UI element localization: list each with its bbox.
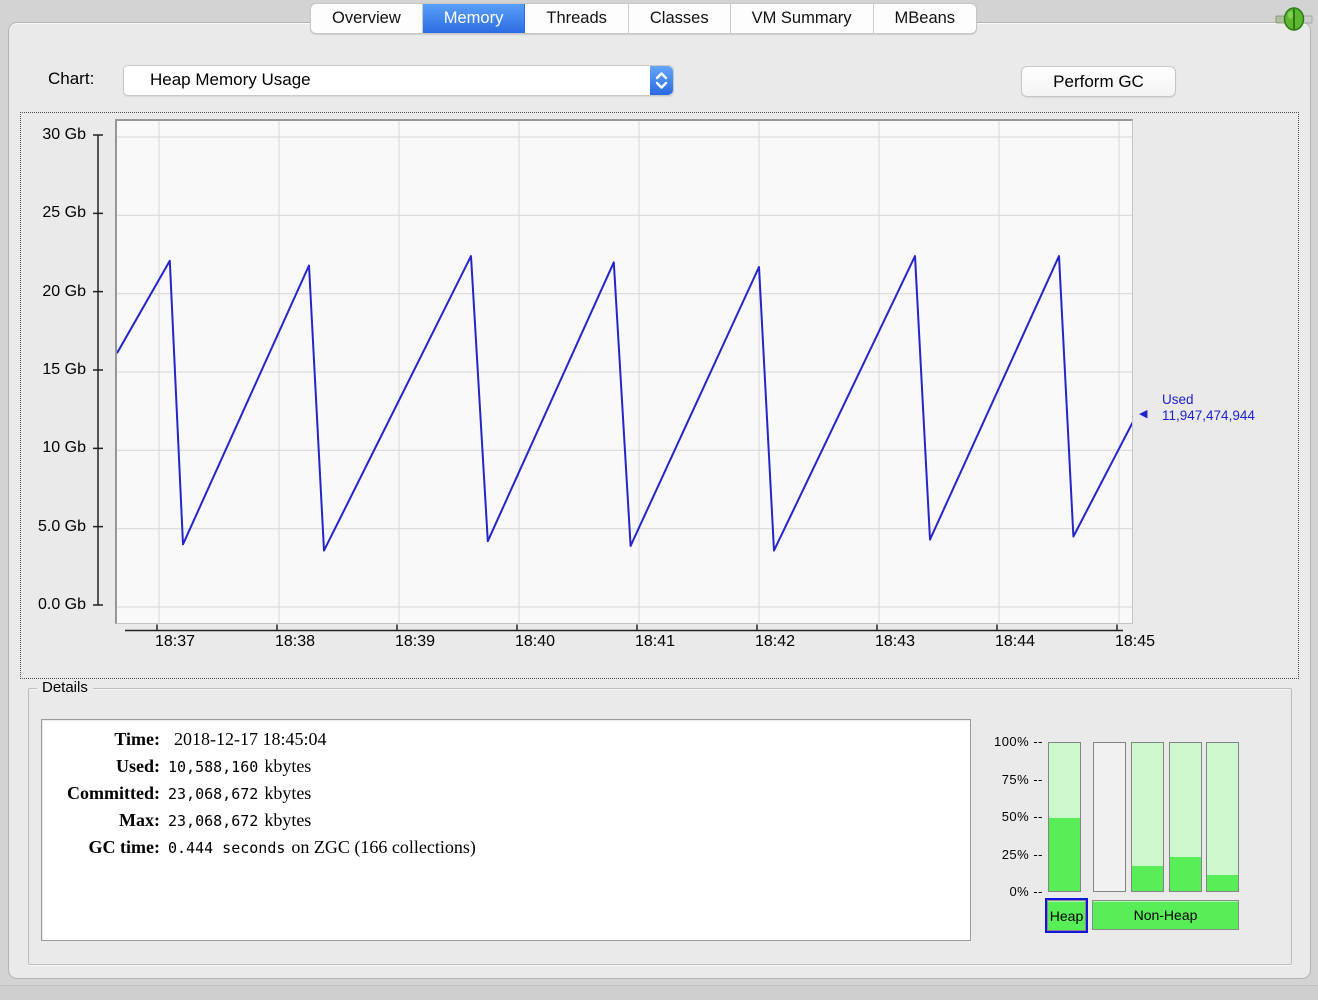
detail-row-gc-time: GC time: 0.444 seconds on ZGC (166 colle… [88,837,476,857]
x-tick-label: 18:43 [875,633,916,650]
percent-tick-label: 25% -- [1001,846,1043,862]
percent-tick-label: 0% -- [1009,884,1043,899]
x-tick-label: 18:45 [1115,633,1156,650]
usage-bar-fill [1049,817,1080,891]
y-tick-label: 15 Gb [42,361,86,378]
heap-usage-bar [1048,742,1081,892]
tab-memory[interactable]: Memory [422,4,526,33]
connection-icon [1275,7,1313,31]
non-heap-usage-bar [1093,742,1126,892]
memory-pool-usage-bars: 100% -- 75% -- 50% -- 25% -- 0% -- Heap Non-He… [985,730,1247,942]
usage-bar-fill [1170,857,1201,891]
y-tick-label: 0.0 Gb [37,596,86,613]
y-tick-label: 30 Gb [42,126,86,143]
series-annotation: ◀ Used 11,947,474,944 [1139,392,1255,424]
window-footer [0,985,1318,1000]
tab-classes[interactable]: Classes [629,4,731,33]
usage-bar-fill [1207,874,1238,891]
detail-row-time: Time: 2018-12-17 18:45:04 [114,729,327,749]
y-tick-label: 10 Gb [42,439,86,457]
chart-dropdown-label: Chart: [48,69,95,88]
x-tick-label: 18:40 [515,633,556,650]
tab-vm-summary[interactable]: VM Summary [731,4,874,33]
non-heap-button[interactable]: Non-Heap [1092,900,1239,930]
tab-mbeans[interactable]: MBeans [874,4,977,33]
detail-row-max: Max: 23,068,672 kbytes [119,810,312,830]
y-axis [93,134,103,606]
x-tick-label: 18:44 [995,633,1036,650]
x-tick-label: 18:37 [155,633,196,650]
x-tick-label: 18:42 [755,633,796,650]
used-heap-series-line [117,255,1132,552]
plot-area [115,119,1133,624]
x-axis [125,624,1123,632]
non-heap-usage-bar [1131,742,1164,892]
y-tick-label: 5.0 Gb [37,517,86,535]
x-tick-label: 18:41 [635,633,676,650]
tab-overview[interactable]: Overview [311,4,423,33]
non-heap-usage-bar [1169,742,1202,892]
used-marker-icon: ◀ [1139,408,1148,420]
perform-gc-button[interactable]: Perform GC [1021,66,1176,97]
details-text-area[interactable]: Time: 2018-12-17 18:45:04 Used: 10,588,1… [41,719,971,941]
x-tick-label: 18:38 [275,633,316,650]
y-tick-label: 20 Gb [42,282,86,300]
percent-tick-label: 100% -- [993,734,1043,749]
usage-bar-fill [1132,866,1163,891]
non-heap-usage-bar [1206,742,1239,892]
percent-tick-label: 50% -- [1001,809,1043,824]
details-legend: Details [37,679,93,696]
y-tick-label: 25 Gb [42,204,86,222]
chart-select-value: Heap Memory Usage [150,70,311,89]
detail-row-committed: Committed: 23,068,672 kbytes [67,783,312,803]
detail-row-used: Used: 10,588,160 kbytes [116,756,312,776]
grid-lines [117,121,1132,623]
heap-button[interactable]: Heap [1045,898,1088,933]
tab-threads[interactable]: Threads [525,4,629,33]
chart-type-select[interactable]: Heap Memory Usage [123,65,674,96]
select-stepper-icon[interactable] [650,66,673,95]
annotation-series-name: Used [1162,392,1194,407]
annotation-value: 11,947,474,944 [1162,408,1255,423]
tab-bar: Overview Memory Threads Classes VM Summary MB… [310,3,978,34]
x-tick-label: 18:39 [395,633,436,650]
percent-tick-label: 75% -- [1001,771,1043,787]
